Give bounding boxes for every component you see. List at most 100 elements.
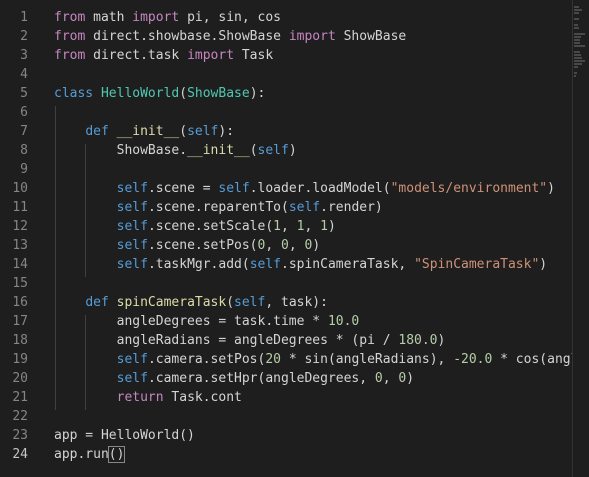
code-token: def	[85, 295, 109, 310]
code-text: return Task.cont	[54, 388, 242, 407]
line-number: 1	[20, 10, 28, 25]
line-number: 10	[12, 181, 28, 196]
code-line[interactable]: 19 self.camera.setPos(20 * sin(angleRadi…	[0, 350, 572, 369]
code-token: import	[132, 10, 180, 25]
code-token: .camera.setPos(	[147, 352, 266, 367]
code-line[interactable]: 9	[0, 160, 572, 179]
line-number: 14	[12, 257, 28, 272]
code-token: 180.0	[398, 333, 438, 348]
minimap-line	[574, 39, 580, 41]
line-number: 7	[20, 124, 28, 139]
code-text: angleDegrees = task.time * 10.0	[54, 312, 360, 331]
code-token: ,	[382, 371, 399, 386]
code-token: .scene.setScale(	[147, 219, 274, 234]
line-number: 13	[12, 238, 28, 253]
line-number: 15	[12, 276, 28, 291]
code-line[interactable]: 6	[0, 103, 572, 122]
code-token: pi, sin, cos	[179, 10, 281, 25]
code-line[interactable]: 21 return Task.cont	[0, 388, 572, 407]
code-line[interactable]: 13 self.scene.setPos(0, 0, 0)	[0, 236, 572, 255]
code-token: Task	[234, 48, 274, 63]
code-token: )	[406, 371, 415, 386]
code-token: , task):	[265, 295, 328, 310]
code-editor[interactable]: 1 from math import pi, sin, cos 2 from dire…	[0, 0, 572, 477]
code-token: ,	[304, 219, 321, 234]
code-token: "models/environment"	[390, 181, 548, 196]
code-line[interactable]: 15	[0, 274, 572, 293]
code-token: 1	[320, 219, 328, 234]
code-line[interactable]: 22	[0, 407, 572, 426]
minimap-line	[574, 33, 585, 35]
code-token: ):	[218, 124, 235, 139]
line-number: 24	[12, 447, 28, 462]
line-number: 11	[12, 200, 28, 215]
code-line[interactable]: 23 app = HelloWorld()	[0, 426, 572, 445]
code-line[interactable]: 10 self.scene = self.loader.loadModel("m…	[0, 179, 572, 198]
minimap-line	[574, 24, 578, 26]
code-token: .loader.loadModel(	[249, 181, 391, 196]
code-token: from	[54, 29, 86, 44]
code-token: direct.showbase.ShowBase	[85, 29, 289, 44]
code-token: direct.task	[85, 48, 188, 63]
line-number: 23	[12, 428, 28, 443]
code-line[interactable]: 8 ShowBase.__init__(self)	[0, 141, 572, 160]
code-line[interactable]: 4	[0, 65, 572, 84]
line-number: 6	[20, 105, 28, 120]
code-line[interactable]: 20 self.camera.setHpr(angleDegrees, 0, 0…	[0, 369, 572, 388]
code-token: )	[547, 181, 555, 196]
line-number: 16	[12, 295, 28, 310]
code-token: def	[85, 124, 109, 139]
code-token: ShowBase	[187, 86, 250, 101]
code-token: 1	[273, 219, 281, 234]
code-line[interactable]: 1 from math import pi, sin, cos	[0, 8, 572, 27]
code-token: ,	[281, 219, 297, 234]
line-number: 21	[12, 390, 28, 405]
code-text: class HelloWorld(ShowBase):	[54, 84, 265, 103]
code-token: math	[85, 10, 133, 25]
text-cursor	[124, 447, 126, 462]
code-line[interactable]: 14 self.taskMgr.add(self.spinCameraTask,…	[0, 255, 572, 274]
line-number: 8	[20, 143, 28, 158]
code-text: angleRadians = angleDegrees * (pi / 180.…	[54, 331, 446, 350]
code-line[interactable]: 11 self.scene.reparentTo(self.render)	[0, 198, 572, 217]
code-token: app = HelloWorld()	[54, 428, 195, 443]
code-line[interactable]: 2 from direct.showbase.ShowBase import Sh…	[0, 27, 572, 46]
minimap-line	[574, 51, 580, 53]
line-number: 2	[20, 29, 28, 44]
code-line[interactable]: 12 self.scene.setScale(1, 1, 1)	[0, 217, 572, 236]
minimap-line	[574, 12, 579, 14]
code-text: self.camera.setPos(20 * sin(angleRadians…	[54, 350, 572, 369]
code-line[interactable]: 18 angleRadians = angleDegrees * (pi / 1…	[0, 331, 572, 350]
code-token: import	[288, 29, 336, 44]
code-token: * sin(angleRadians),	[281, 352, 454, 367]
code-token: return	[116, 390, 164, 405]
code-line[interactable]: 7 def __init__(self):	[0, 122, 572, 141]
minimap-line	[574, 6, 579, 8]
minimap-line	[574, 75, 576, 77]
code-line[interactable]: 3 from direct.task import Task	[0, 46, 572, 65]
line-number: 5	[20, 86, 28, 101]
minimap[interactable]	[574, 6, 588, 78]
code-text: from math import pi, sin, cos	[54, 8, 281, 27]
code-line[interactable]: 17 angleDegrees = task.time * 10.0	[0, 312, 572, 331]
code-token: self	[257, 143, 289, 158]
code-line[interactable]: 16 def spinCameraTask(self, task):	[0, 293, 572, 312]
code-token: .camera.setHpr(angleDegrees,	[147, 371, 375, 386]
minimap-line	[574, 27, 580, 29]
code-token: )	[437, 333, 446, 348]
code-text: def spinCameraTask(self, task):	[54, 293, 328, 312]
code-token: self	[288, 200, 321, 215]
code-token: ):	[249, 86, 266, 101]
minimap-line	[574, 63, 582, 65]
code-line[interactable]: 5 class HelloWorld(ShowBase):	[0, 84, 572, 103]
code-line[interactable]: 24 app.run()	[0, 445, 572, 464]
code-text: app.run()	[54, 445, 126, 464]
